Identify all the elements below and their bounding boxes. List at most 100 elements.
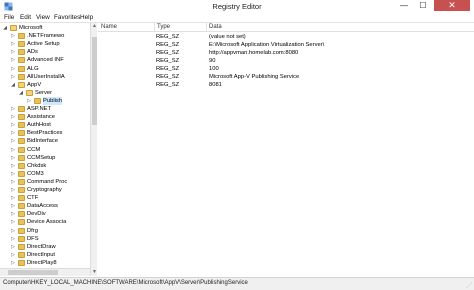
tree-item-label: Command Proc xyxy=(27,178,68,185)
collapsed-arrow-icon[interactable]: ▷ xyxy=(10,235,16,243)
value-data: E:\Microsoft Application Virtualization … xyxy=(209,42,325,48)
collapsed-arrow-icon[interactable]: ▷ xyxy=(10,251,16,259)
tree-item-label: Publish xyxy=(43,96,63,105)
value-row[interactable]: ab(Default)REG_SZ(value not set) xyxy=(98,33,474,41)
value-type: REG_SZ xyxy=(156,66,180,72)
collapsed-arrow-icon[interactable]: ▷ xyxy=(10,73,16,81)
folder-icon xyxy=(18,57,25,64)
value-row[interactable]: abPUBLISHING_M...REG_SZhttp://appvman.ho… xyxy=(98,49,474,57)
folder-icon xyxy=(18,114,25,121)
value-data: (value not set) xyxy=(209,34,246,40)
resize-grip-icon[interactable]: ⋰ xyxy=(466,282,472,289)
tree-item-label: Chkdsk xyxy=(27,162,47,169)
folder-icon xyxy=(18,73,25,80)
expanded-arrow-icon[interactable]: ◢ xyxy=(2,24,8,32)
tree-item-label: DFS xyxy=(27,235,39,242)
scroll-thumb[interactable] xyxy=(92,37,97,125)
close-button[interactable]: ✕ xyxy=(434,0,470,11)
collapsed-arrow-icon[interactable]: ▷ xyxy=(10,218,16,226)
minimize-button[interactable]: — xyxy=(395,0,413,11)
collapsed-arrow-icon[interactable]: ▷ xyxy=(10,170,16,178)
collapsed-arrow-icon[interactable]: ▷ xyxy=(10,121,16,129)
folder-icon xyxy=(18,146,25,153)
maximize-button[interactable]: ☐ xyxy=(414,0,432,11)
value-row[interactable]: abPUBLISHING_M...REG_SZ100 xyxy=(98,65,474,73)
menu-edit[interactable]: Edit xyxy=(20,14,31,21)
expanded-arrow-icon[interactable]: ◢ xyxy=(18,89,24,97)
folder-icon xyxy=(18,195,25,202)
tree-item-label: ADs xyxy=(27,49,38,56)
expanded-arrow-icon[interactable]: ◢ xyxy=(10,81,16,89)
tree-item-label: BidInterface xyxy=(27,138,58,145)
collapsed-arrow-icon[interactable]: ▷ xyxy=(10,65,16,73)
collapsed-arrow-icon[interactable]: ▷ xyxy=(10,146,16,154)
folder-icon xyxy=(18,154,25,161)
scroll-down-icon[interactable]: ▼ xyxy=(91,269,98,276)
collapsed-arrow-icon[interactable]: ▷ xyxy=(10,113,16,121)
scroll-thumb[interactable] xyxy=(8,270,58,275)
scroll-up-icon[interactable]: ▲ xyxy=(91,23,98,30)
tree-item-label: DirectDraw xyxy=(27,243,56,250)
column-divider[interactable] xyxy=(206,23,207,32)
collapsed-arrow-icon[interactable]: ▷ xyxy=(10,178,16,186)
menu-view[interactable]: View xyxy=(36,14,50,21)
collapsed-arrow-icon[interactable]: ▷ xyxy=(10,202,16,210)
value-type: REG_SZ xyxy=(156,58,180,64)
column-type-header[interactable]: Type xyxy=(157,24,170,30)
collapsed-arrow-icon[interactable]: ▷ xyxy=(10,259,16,267)
tree-item-label: DevDiv xyxy=(27,211,46,218)
tree-item-label: ASP.NET xyxy=(27,106,52,112)
folder-icon xyxy=(18,235,25,242)
value-row[interactable]: abPUBLISHING_M...REG_SZ90 xyxy=(98,57,474,65)
column-name-header[interactable]: Name xyxy=(101,24,117,30)
collapsed-arrow-icon[interactable]: ▷ xyxy=(10,194,16,202)
collapsed-arrow-icon[interactable]: ▷ xyxy=(10,162,16,170)
collapsed-arrow-icon[interactable]: ▷ xyxy=(10,154,16,162)
tree-item-label: COM3 xyxy=(27,170,44,177)
collapsed-arrow-icon[interactable]: ▷ xyxy=(10,48,16,56)
value-row[interactable]: abPUBLISHING_W...REG_SZ8081 xyxy=(98,81,474,89)
values-list[interactable]: Name Type Data ab(Default)REG_SZ(value n… xyxy=(98,23,474,276)
value-data: 8081 xyxy=(209,82,222,88)
collapsed-arrow-icon[interactable]: ▷ xyxy=(10,129,16,137)
title-bar: Registry Editor — ☐ ✕ xyxy=(0,0,474,13)
folder-icon xyxy=(18,138,25,145)
folder-icon xyxy=(18,81,25,88)
value-data: 100 xyxy=(209,66,219,72)
tree-horizontal-scrollbar[interactable] xyxy=(0,268,90,276)
column-divider[interactable] xyxy=(154,23,155,32)
folder-icon xyxy=(18,33,25,40)
menu-file[interactable]: File xyxy=(4,14,14,21)
menu-favorites[interactable]: Favorites xyxy=(54,14,80,21)
menu-bar: File Edit View Favorites Help xyxy=(0,13,474,23)
value-type: REG_SZ xyxy=(156,50,180,56)
folder-icon xyxy=(34,97,41,104)
menu-help[interactable]: Help xyxy=(80,14,93,21)
collapsed-arrow-icon[interactable]: ▷ xyxy=(10,243,16,251)
value-row[interactable]: abPUBLISHING_W...REG_SZMicrosoft App-V P… xyxy=(98,73,474,81)
folder-icon xyxy=(18,243,25,250)
tree-item-label: DirectInput xyxy=(27,251,56,258)
status-path: Computer\HKEY_LOCAL_MACHINE\SOFTWARE\Mic… xyxy=(3,280,248,286)
collapsed-arrow-icon[interactable]: ▷ xyxy=(10,210,16,218)
collapsed-arrow-icon[interactable]: ▷ xyxy=(10,40,16,48)
tree-item-label: Dfrg xyxy=(27,227,38,234)
registry-tree[interactable]: ◢ Microsoft ▷ .NETFramewo ▷ Active Setup ▷ ADs ▷… xyxy=(0,23,97,276)
collapsed-arrow-icon[interactable]: ▷ xyxy=(26,97,32,105)
collapsed-arrow-icon[interactable]: ▷ xyxy=(10,137,16,145)
tree-vertical-scrollbar[interactable]: ▲ ▼ xyxy=(90,23,97,276)
value-type: REG_SZ xyxy=(156,34,180,40)
collapsed-arrow-icon[interactable]: ▷ xyxy=(10,105,16,113)
collapsed-arrow-icon[interactable]: ▷ xyxy=(10,186,16,194)
collapsed-arrow-icon[interactable]: ▷ xyxy=(10,56,16,64)
tree-item-label: AuthHost xyxy=(27,122,51,129)
folder-icon xyxy=(18,178,25,185)
collapsed-arrow-icon[interactable]: ▷ xyxy=(10,227,16,235)
value-row[interactable]: abINSTALLDIRREG_SZE:\Microsoft Applicati… xyxy=(98,41,474,49)
column-data-header[interactable]: Data xyxy=(209,24,222,30)
collapsed-arrow-icon[interactable]: ▷ xyxy=(10,32,16,40)
folder-icon xyxy=(10,25,17,31)
folder-icon xyxy=(26,89,33,96)
tree-item-label: DirectPlay8 xyxy=(27,259,57,266)
folder-icon xyxy=(18,49,25,56)
